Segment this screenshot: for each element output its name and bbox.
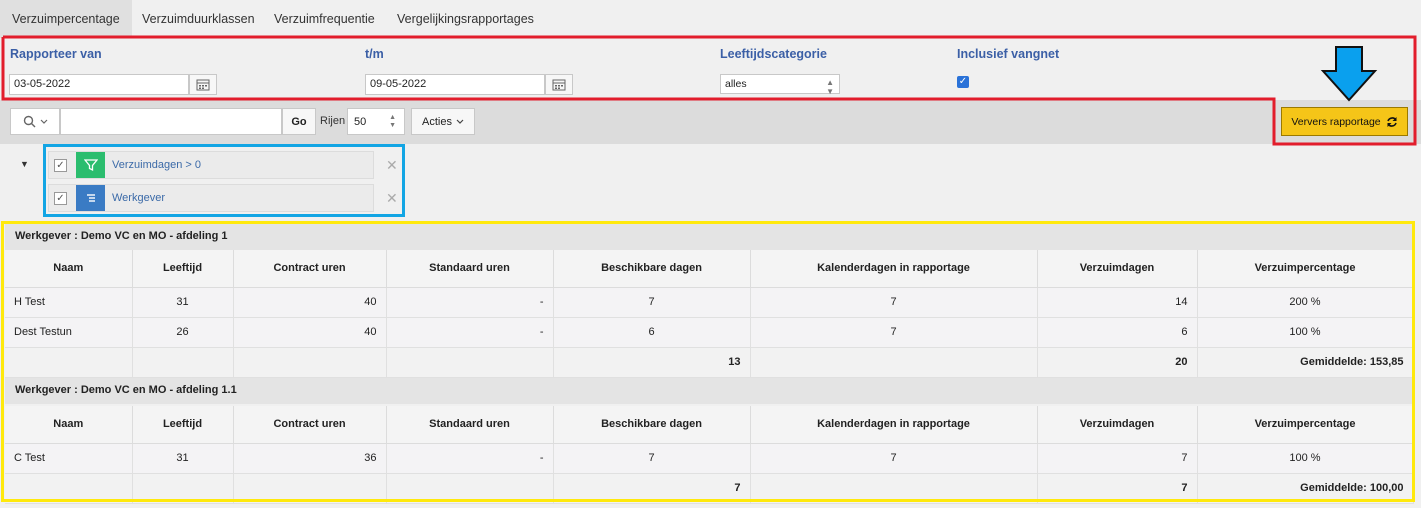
arrow-down-icon xyxy=(1320,46,1378,102)
yellow-highlight-outline xyxy=(1,221,1415,502)
annotation-overlay xyxy=(1,35,1417,502)
red-highlight-outline xyxy=(1,35,1417,146)
blue-highlight-outline xyxy=(43,144,405,217)
